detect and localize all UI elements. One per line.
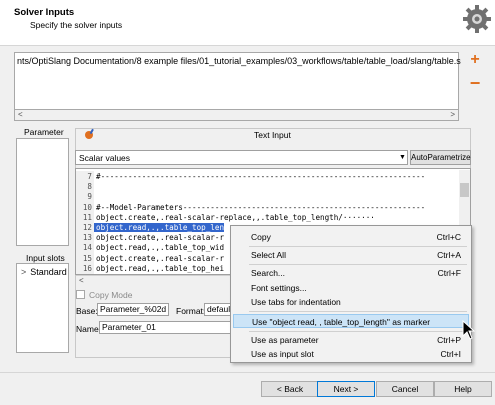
input-slots-label: Input slots: [26, 253, 65, 263]
menu-item-use-as-input-slot[interactable]: Use as input slot Ctrl+I: [233, 347, 469, 361]
menu-item-font-settings[interactable]: Font settings...: [233, 281, 469, 295]
code-line[interactable]: 7 #--------------------------------------…: [76, 171, 425, 182]
add-file-button[interactable]: +: [466, 52, 484, 70]
input-slots-list[interactable]: > Standard: [16, 263, 69, 353]
scroll-left-icon[interactable]: <: [79, 276, 84, 286]
code-line[interactable]: 16 object.read,.,.table_top_hei: [76, 262, 224, 274]
menu-item-search[interactable]: Search... Ctrl+F: [233, 266, 469, 280]
code-text[interactable]: #--Model-Parameters---------------------…: [94, 203, 425, 212]
line-number: 16: [76, 262, 94, 274]
help-button[interactable]: Help: [434, 381, 492, 397]
code-text[interactable]: object.read,.,.table_top_hei: [94, 264, 224, 273]
wizard-header: Solver Inputs Specify the solver inputs: [0, 0, 495, 46]
format-label: Format:: [176, 306, 206, 316]
parameter-list[interactable]: [16, 138, 69, 246]
cancel-button[interactable]: Cancel: [376, 381, 434, 397]
copy-mode-checkbox[interactable]: [76, 290, 85, 299]
code-text[interactable]: [94, 182, 96, 191]
menu-separator: [249, 311, 467, 312]
remove-file-button[interactable]: −: [466, 74, 484, 93]
base-field[interactable]: Parameter_%02d: [97, 303, 169, 316]
input-slot-label: Standard: [30, 267, 67, 277]
menu-item-copy[interactable]: Copy Ctrl+C: [233, 230, 469, 244]
footer-divider: [0, 372, 495, 373]
value-type-select[interactable]: Scalar values ▼: [75, 150, 408, 165]
name-label: Name:: [76, 324, 102, 334]
menu-separator: [249, 264, 467, 265]
menu-item-tabs-indentation[interactable]: Use tabs for indentation: [233, 295, 469, 309]
page-title: Solver Inputs: [14, 7, 75, 18]
scrollbar-thumb[interactable]: [460, 183, 469, 197]
scroll-right-icon[interactable]: >: [450, 110, 455, 120]
scroll-left-icon[interactable]: <: [18, 110, 23, 120]
code-text[interactable]: object.create,.real-scalar-replace,,.tab…: [94, 213, 375, 222]
chevron-down-icon[interactable]: ▼: [397, 151, 408, 164]
menu-item-use-as-marker[interactable]: Use "object read, , table_top_length" as…: [233, 314, 469, 328]
gear-icon: [463, 5, 491, 33]
code-text[interactable]: object.create,.real-scalar-r: [94, 233, 224, 242]
code-text[interactable]: object.create,.real-scalar-r: [94, 254, 224, 263]
file-path-item[interactable]: nts/OptiSlang Documentation/8 example fi…: [17, 56, 461, 66]
mouse-cursor-icon: [462, 320, 476, 340]
horizontal-scrollbar[interactable]: < >: [14, 109, 459, 121]
text-input-icon: [85, 128, 94, 139]
menu-separator: [249, 246, 467, 247]
context-menu: Copy Ctrl+C Select All Ctrl+A Search... …: [230, 225, 472, 363]
back-button[interactable]: < Back: [261, 381, 319, 397]
menu-item-select-all[interactable]: Select All Ctrl+A: [233, 248, 469, 262]
page-subtitle: Specify the solver inputs: [30, 20, 123, 30]
name-field[interactable]: Parameter_01: [99, 321, 233, 334]
value-type-selected: Scalar values: [79, 153, 131, 163]
next-button[interactable]: Next >: [317, 381, 375, 397]
menu-item-use-as-parameter[interactable]: Use as parameter Ctrl+P: [233, 333, 469, 347]
input-slot-item[interactable]: > Standard: [21, 267, 67, 277]
code-text[interactable]: [94, 192, 96, 201]
menu-separator: [249, 331, 467, 332]
autoparametrize-button[interactable]: AutoParametrize: [410, 150, 471, 165]
code-text[interactable]: #---------------------------------------…: [94, 172, 425, 181]
code-text[interactable]: object.read,.,.table_top_wid: [94, 243, 224, 252]
code-text[interactable]: object.read,.,.table_top_len: [94, 223, 225, 232]
chevron-right-icon[interactable]: >: [21, 267, 26, 277]
text-input-title: Text Input: [254, 130, 291, 140]
base-label: Base:: [76, 306, 98, 316]
copy-mode-label: Copy Mode: [89, 290, 133, 300]
parameter-label: Parameter: [24, 127, 64, 137]
